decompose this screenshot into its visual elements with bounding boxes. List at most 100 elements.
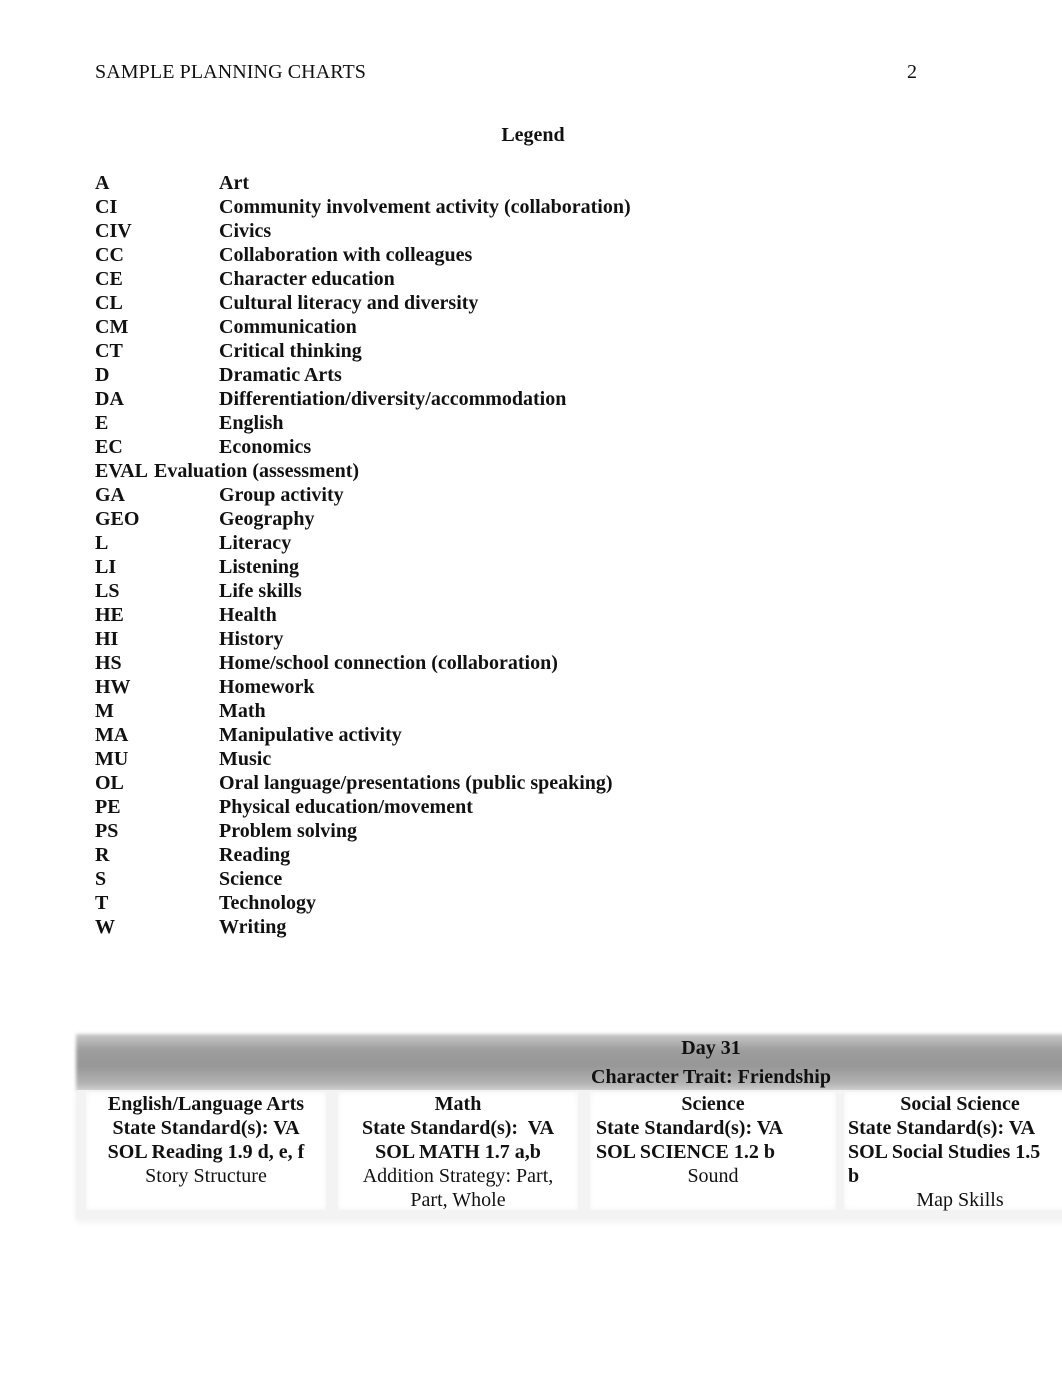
legend-code: GA — [95, 484, 125, 506]
chart-header: Day 31 Character Trait: Friendship — [76, 1034, 1062, 1092]
lesson-topic: Sound — [687, 1165, 739, 1187]
day-title: Day 31 — [681, 1037, 741, 1059]
state-standard-code: SOL SCIENCE 1.2 b — [596, 1141, 775, 1163]
legend-item: EC Economics — [95, 435, 795, 459]
legend-item: HI History — [95, 627, 795, 651]
subject-title: Science — [681, 1093, 745, 1115]
legend-meaning: Group activity — [219, 484, 344, 506]
legend-code: E — [95, 412, 109, 434]
legend-code: CI — [95, 196, 118, 218]
legend-code: EC — [95, 436, 123, 458]
legend-item: CL Cultural literacy and diversity — [95, 291, 795, 315]
lesson-topic: Map Skills — [916, 1189, 1004, 1211]
legend-code: PE — [95, 796, 121, 818]
legend-meaning: Listening — [219, 556, 300, 578]
legend-code: HE — [95, 604, 124, 626]
legend-code: EVAL — [95, 460, 148, 482]
lesson-topic-continued: Part, Whole — [410, 1189, 506, 1211]
legend-code: LI — [95, 556, 117, 578]
legend-code: HI — [95, 628, 119, 650]
legend-meaning: Technology — [219, 892, 317, 914]
legend-meaning: Problem solving — [219, 820, 357, 842]
legend-item: E English — [95, 411, 795, 435]
subject-title: Math — [434, 1093, 482, 1115]
legend-code: A — [95, 172, 110, 194]
subject-cell-science: Science State Standard(s): VA SOL SCIENC… — [590, 1092, 836, 1210]
legend-item: M Math — [95, 699, 795, 723]
legend-item: CI Community involvement activity (collab… — [95, 195, 795, 219]
legend-item: CIV Civics — [95, 219, 795, 243]
legend-item: S Science — [95, 867, 795, 891]
legend-code: R — [95, 844, 110, 866]
legend-meaning: Community involvement activity (collabor… — [219, 196, 631, 218]
legend-item: MU Music — [95, 747, 795, 771]
legend-item: D Dramatic Arts — [95, 363, 795, 387]
legend-code: HS — [95, 652, 122, 674]
legend-meaning: Differentiation/diversity/accommodation — [219, 388, 567, 410]
legend-item: PS Problem solving — [95, 819, 795, 843]
legend-meaning: Literacy — [219, 532, 292, 554]
legend-code: GEO — [95, 508, 140, 530]
legend-item: MA Manipulative activity — [95, 723, 795, 747]
legend-meaning: Economics — [219, 436, 312, 458]
lesson-topic: Addition Strategy: Part, — [362, 1165, 554, 1187]
legend-item: CT Critical thinking — [95, 339, 795, 363]
legend-meaning: Art — [219, 172, 249, 194]
legend-item: EVAL Evaluation (assessment) — [95, 459, 795, 483]
legend-code: W — [95, 916, 115, 938]
legend-code: OL — [95, 772, 124, 794]
planning-chart: Day 31 Character Trait: Friendship Engli… — [76, 1034, 1062, 1218]
legend-item: HS Home/school connection (collaboration) — [95, 651, 795, 675]
legend-meaning: Homework — [219, 676, 315, 698]
legend-meaning: Cultural literacy and diversity — [219, 292, 479, 314]
legend-meaning: Collaboration with colleagues — [219, 244, 473, 266]
legend-item: LI Listening — [95, 555, 795, 579]
legend-item: GEO Geography — [95, 507, 795, 531]
legend-item: GA Group activity — [95, 483, 795, 507]
legend-code: CE — [95, 268, 123, 290]
legend-code: CIV — [95, 220, 132, 242]
legend-meaning: Home/school connection (collaboration) — [219, 652, 558, 674]
legend-item: L Literacy — [95, 531, 795, 555]
legend-code: PS — [95, 820, 119, 842]
legend-item: DA Differentiation/diversity/accommodatio… — [95, 387, 795, 411]
legend-item: W Writing — [95, 915, 795, 939]
page-number: 2 — [907, 61, 917, 83]
state-standard: State Standard(s): VA — [112, 1117, 300, 1139]
legend-item: CM Communication — [95, 315, 795, 339]
legend-code: D — [95, 364, 110, 386]
legend-item: PE Physical education/movement — [95, 795, 795, 819]
legend-meaning: Geography — [219, 508, 315, 530]
subject-cell-math: Math State Standard(s): VA SOL MATH 1.7 … — [338, 1092, 578, 1211]
lesson-topic: Story Structure — [145, 1165, 267, 1187]
state-standard: State Standard(s): VA — [361, 1117, 555, 1139]
legend-item: A Art — [95, 171, 795, 195]
character-trait: Character Trait: Friendship — [591, 1066, 831, 1088]
legend-code: L — [95, 532, 109, 554]
state-standard: State Standard(s): VA — [596, 1117, 784, 1139]
legend-meaning: Life skills — [219, 580, 302, 602]
legend-meaning: Dramatic Arts — [219, 364, 342, 386]
legend-code: MA — [95, 724, 129, 746]
legend-code: DA — [95, 388, 124, 410]
state-standard: State Standard(s): VA — [848, 1117, 1036, 1139]
state-standard-code-continued: b — [848, 1165, 860, 1187]
legend-code: CT — [95, 340, 123, 362]
legend-meaning: History — [219, 628, 284, 650]
legend-meaning: Manipulative activity — [219, 724, 402, 746]
legend-meaning: Oral language/presentations (public spea… — [219, 772, 613, 794]
legend-title: Legend — [501, 124, 565, 146]
legend-item: OL Oral language/presentations (public sp… — [95, 771, 795, 795]
subject-title: English/Language Arts — [107, 1093, 305, 1115]
legend-meaning: Science — [219, 868, 283, 890]
subject-title: Social Science — [900, 1093, 1020, 1115]
legend-item: LS Life skills — [95, 579, 795, 603]
legend-item: R Reading — [95, 843, 795, 867]
legend-code: CM — [95, 316, 129, 338]
running-head: SAMPLE PLANNING CHARTS — [95, 61, 367, 83]
legend-item: T Technology — [95, 891, 795, 915]
legend-code: T — [95, 892, 109, 914]
state-standard-code: SOL Reading 1.9 d, e, f — [107, 1141, 305, 1163]
legend-code: MU — [95, 748, 129, 770]
legend-meaning: Reading — [219, 844, 291, 866]
